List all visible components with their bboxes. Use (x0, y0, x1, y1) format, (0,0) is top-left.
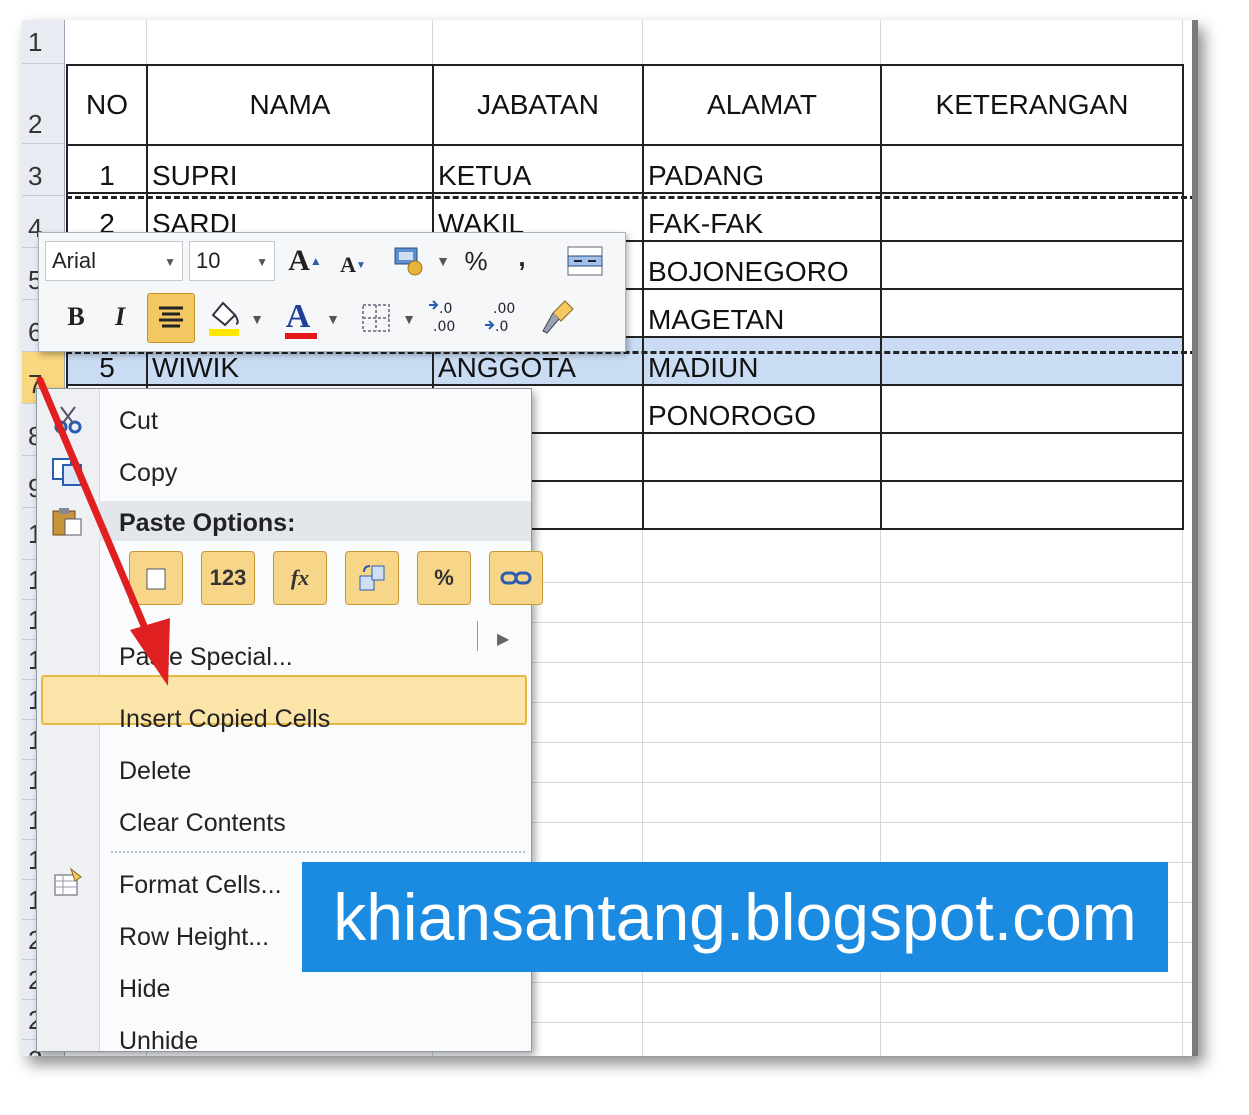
paste-icon (51, 507, 85, 537)
menu-item-clear-contents[interactable]: Clear Contents (119, 809, 286, 838)
transpose-icon (359, 565, 385, 591)
italic-label: I (114, 302, 126, 331)
menu-item-unhide[interactable]: Unhide (119, 1027, 198, 1056)
submenu-divider (477, 621, 478, 651)
merge-center-icon[interactable] (563, 241, 607, 281)
table-cell[interactable]: FAK-FAK (642, 192, 882, 242)
font-size-combo[interactable]: 10 ▼ (189, 241, 275, 281)
copy-marquee (66, 196, 1192, 199)
table-cell[interactable] (880, 480, 1184, 530)
chevron-down-icon[interactable]: ▼ (401, 309, 417, 329)
table-cell[interactable]: SUPRI (146, 144, 434, 194)
chevron-down-icon: ▼ (256, 255, 268, 269)
table-cell[interactable] (642, 432, 882, 482)
paste-values-button[interactable]: 123 (201, 551, 255, 605)
svg-text:.0: .0 (495, 319, 508, 335)
table-cell[interactable] (880, 144, 1184, 194)
header-cell[interactable]: ALAMAT (642, 64, 882, 146)
svg-text:.00: .00 (493, 301, 515, 317)
clipboard-icon (146, 568, 166, 590)
copy-icon (51, 457, 85, 487)
table-cell[interactable]: MAGETAN (642, 288, 882, 338)
row-header[interactable]: 3 (22, 144, 64, 196)
row-header[interactable]: 2 (22, 64, 64, 144)
menu-item-format-cells[interactable]: Format Cells... (119, 871, 282, 900)
font-name-combo[interactable]: Arial ▼ (45, 241, 183, 281)
watermark-banner: khiansantang.blogspot.com (302, 862, 1168, 972)
table-cell[interactable]: PADANG (642, 144, 882, 194)
chevron-down-icon[interactable]: ▼ (325, 309, 341, 329)
menu-item-cut[interactable]: Cut (119, 407, 158, 436)
increase-decimal-icon[interactable]: .0.00 (423, 295, 471, 339)
table-cell[interactable] (880, 288, 1184, 338)
fill-color-icon[interactable] (203, 293, 245, 341)
italic-button[interactable]: I (103, 297, 137, 337)
chevron-down-icon[interactable]: ▼ (435, 251, 451, 271)
decrease-decimal-icon[interactable]: .00.0 (479, 295, 527, 339)
font-size-value: 10 (196, 248, 221, 273)
grow-font-label: A (288, 244, 310, 277)
paste-option-label: 123 (209, 565, 247, 590)
table-cell[interactable]: BOJONEGORO (642, 240, 882, 290)
paste-option-label: fx (290, 565, 310, 590)
font-color-swatch (285, 333, 317, 339)
header-cell[interactable]: JABATAN (432, 64, 644, 146)
grow-font-icon[interactable]: A ▲ (287, 241, 323, 281)
paste-link-button[interactable] (489, 551, 543, 605)
svg-text:.00: .00 (433, 319, 455, 335)
table-cell[interactable]: PONOROGO (642, 384, 882, 434)
menu-separator (111, 851, 525, 853)
comma-label: , (518, 241, 526, 272)
font-color-label: A (285, 298, 311, 335)
menu-item-row-height[interactable]: Row Height... (119, 923, 269, 952)
paste-transpose-button[interactable] (345, 551, 399, 605)
shrink-font-icon[interactable]: A ▼ (335, 245, 371, 285)
table-row: 1 SUPRI KETUA PADANG (66, 144, 1184, 194)
comma-style-button[interactable]: , (507, 237, 537, 277)
table-header-row: NO NAMA JABATAN ALAMAT KETERANGAN (66, 64, 1184, 146)
table-cell[interactable] (880, 384, 1184, 434)
format-cells-icon (51, 867, 85, 897)
table-cell[interactable]: 1 (66, 144, 148, 194)
row-header[interactable]: 1 (22, 20, 64, 64)
header-cell[interactable]: NO (66, 64, 148, 146)
table-cell[interactable]: KETUA (432, 144, 644, 194)
table-cell[interactable] (880, 192, 1184, 242)
menu-item-paste-special[interactable]: Paste Special... (119, 643, 293, 672)
mini-toolbar: Arial ▼ 10 ▼ A ▲ A ▼ ▼ % , B I ▼ A ▼ ▼ .… (38, 232, 626, 352)
link-icon (500, 571, 532, 585)
accounting-format-icon[interactable] (387, 241, 431, 281)
paste-button[interactable] (129, 551, 183, 605)
paste-option-label: % (434, 565, 454, 590)
font-name-value: Arial (52, 248, 97, 273)
table-cell[interactable] (642, 480, 882, 530)
table-cell[interactable] (880, 240, 1184, 290)
bold-button[interactable]: B (59, 297, 93, 337)
paste-formatting-button[interactable]: % (417, 551, 471, 605)
table-cell[interactable] (880, 432, 1184, 482)
chevron-down-icon: ▼ (164, 255, 176, 269)
percent-style-button[interactable]: % (459, 241, 493, 281)
header-cell[interactable]: KETERANGAN (880, 64, 1184, 146)
scissors-icon (51, 405, 85, 435)
borders-icon[interactable] (355, 297, 397, 339)
chevron-down-icon[interactable]: ▼ (249, 309, 265, 329)
paste-formulas-button[interactable]: fx (273, 551, 327, 605)
percent-label: % (464, 245, 488, 276)
menu-item-insert-copied-cells[interactable]: Insert Copied Cells (119, 705, 330, 734)
paste-options-label: Paste Options: (119, 509, 296, 537)
bold-label: B (67, 302, 85, 331)
menu-item-copy[interactable]: Copy (119, 459, 177, 488)
table-cell[interactable]: MADIUN (642, 336, 882, 386)
svg-text:.0: .0 (439, 301, 452, 317)
menu-item-delete[interactable]: Delete (119, 757, 191, 786)
table-cell[interactable] (880, 336, 1184, 386)
format-painter-icon[interactable] (535, 293, 583, 341)
center-align-button[interactable] (147, 293, 195, 343)
header-cell[interactable]: NAMA (146, 64, 434, 146)
shrink-font-label: A (340, 252, 356, 277)
menu-item-hide[interactable]: Hide (119, 975, 170, 1004)
align-center-icon (159, 306, 183, 328)
submenu-arrow-icon: ▶ (497, 631, 510, 648)
